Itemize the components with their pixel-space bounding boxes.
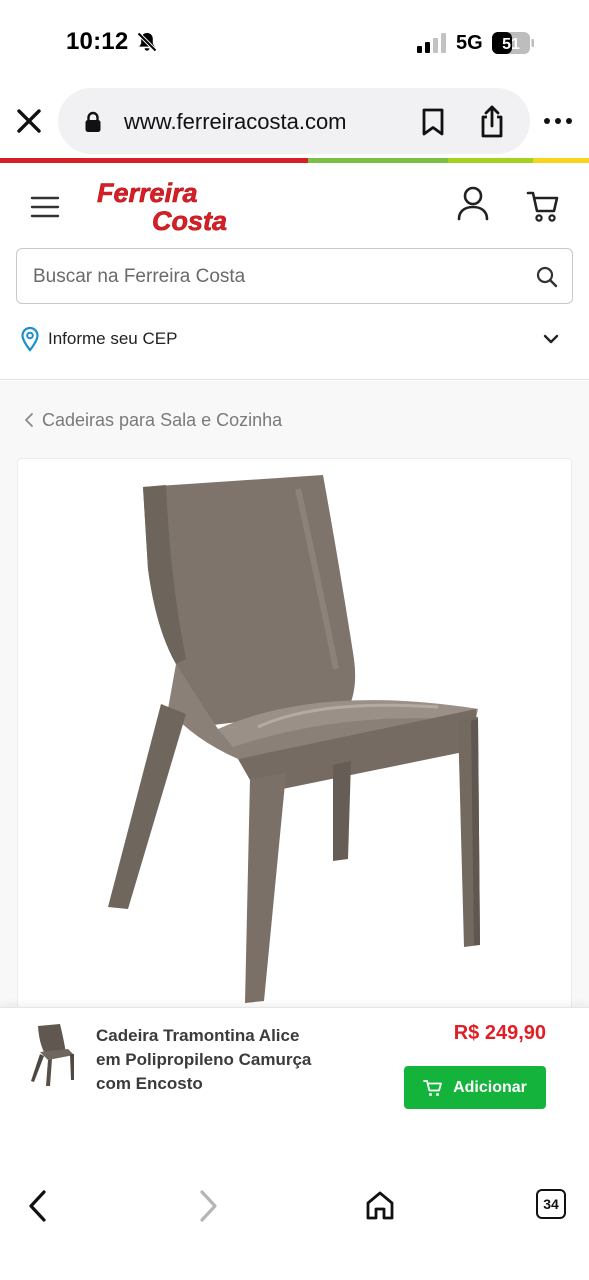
- battery-icon: 51: [492, 32, 534, 54]
- location-pin-icon: [21, 326, 39, 352]
- cep-selector[interactable]: Informe seu CEP: [0, 318, 589, 358]
- product-price: R$ 249,90: [453, 1022, 546, 1044]
- network-type: 5G: [456, 32, 483, 54]
- logo-line1: Ferreira: [97, 178, 198, 208]
- add-to-cart-button[interactable]: Adicionar: [404, 1066, 546, 1109]
- header-divider: [0, 379, 589, 380]
- user-account-icon[interactable]: [456, 185, 490, 221]
- browser-address-bar: www.ferreiracosta.com: [0, 84, 589, 158]
- hamburger-menu-icon[interactable]: [30, 195, 60, 219]
- browser-toolbar: 34: [0, 1167, 589, 1280]
- breadcrumb-label: Cadeiras para Sala e Cozinha: [42, 409, 283, 430]
- product-image-card[interactable]: [17, 458, 572, 1018]
- back-icon[interactable]: [26, 1189, 50, 1223]
- more-options-icon[interactable]: [543, 114, 573, 128]
- product-content: Cadeiras para Sala e Cozinha: [0, 381, 589, 1018]
- tabs-count-icon[interactable]: 34: [536, 1189, 566, 1219]
- cellular-signal-icon: [417, 33, 446, 53]
- status-bar: 10:12 5G 51: [0, 0, 589, 84]
- status-time: 10:12: [66, 28, 129, 55]
- cart-icon[interactable]: [526, 189, 560, 223]
- battery-level: 51: [502, 36, 520, 53]
- chevron-down-icon[interactable]: [540, 331, 562, 347]
- ferreira-costa-logo[interactable]: Ferreira Ferreira Costa Costa: [94, 175, 244, 236]
- forward-icon[interactable]: [196, 1189, 220, 1223]
- share-icon[interactable]: [478, 104, 506, 138]
- chair-product-image: [108, 475, 480, 1003]
- buy-bar: Cadeira Tramontina Alice em Polipropilen…: [0, 1007, 589, 1167]
- logo-line2: Costa: [152, 206, 227, 235]
- cart-icon: [423, 1079, 442, 1096]
- bookmark-icon[interactable]: [420, 108, 446, 136]
- url-text: www.ferreiracosta.com: [124, 109, 347, 134]
- bell-muted-icon: [137, 32, 157, 52]
- site-header: Ferreira Ferreira Costa Costa Informe se…: [0, 163, 589, 381]
- search-input[interactable]: [33, 264, 503, 290]
- chevron-left-icon: [25, 413, 33, 427]
- cep-label: Informe seu CEP: [48, 329, 178, 348]
- breadcrumb[interactable]: Cadeiras para Sala e Cozinha: [22, 408, 282, 432]
- product-thumbnail[interactable]: [26, 1022, 80, 1088]
- product-name: Cadeira Tramontina Alice em Polipropilen…: [96, 1026, 312, 1093]
- lock-icon: [85, 111, 101, 132]
- search-icon[interactable]: [536, 266, 558, 288]
- home-icon[interactable]: [364, 1189, 396, 1221]
- add-to-cart-label: Adicionar: [453, 1078, 527, 1096]
- close-icon[interactable]: [14, 106, 44, 136]
- url-field[interactable]: www.ferreiracosta.com: [58, 88, 530, 154]
- search-box: [16, 248, 573, 304]
